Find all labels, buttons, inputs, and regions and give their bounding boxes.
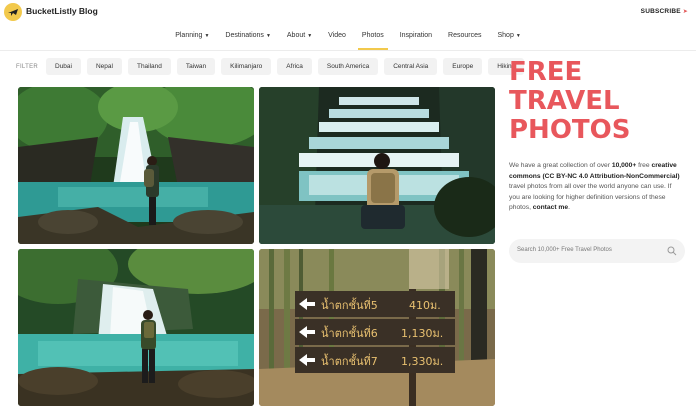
sign-distance-1: 410ม. (409, 299, 441, 312)
nav-item-about[interactable]: About ▼ (279, 26, 320, 50)
nav-item-inspiration[interactable]: Inspiration (392, 26, 440, 50)
nav-item-planning[interactable]: Planning ▼ (167, 26, 217, 50)
nav-item-photos[interactable]: Photos (354, 26, 392, 50)
filter-chip[interactable]: Nepal (86, 58, 122, 75)
hero-title: FREE TRAVEL PHOTOS (509, 57, 631, 145)
sign-line-3: น้ำตกชั้นที่7 (321, 353, 378, 368)
filter-chip[interactable]: Taiwan (176, 58, 216, 75)
filter-chip[interactable]: Africa (277, 58, 312, 75)
nav-item-destinations[interactable]: Destinations ▼ (217, 26, 278, 50)
photo-trail-sign[interactable]: น้ำตกชั้นที่5 410ม. น้ำตกชั้นที่6 1,130ม… (259, 249, 495, 406)
filter-chip[interactable]: Dubai (46, 58, 81, 75)
nav-item-resources[interactable]: Resources (440, 26, 489, 50)
search-icon[interactable] (667, 246, 677, 256)
sign-line-1: น้ำตกชั้นที่5 (321, 297, 378, 312)
contact-link[interactable]: contact me (533, 204, 568, 211)
filter-chip[interactable]: Central Asia (384, 58, 438, 75)
main-nav: Planning ▼ Destinations ▼ About ▼ Video Pho… (0, 26, 696, 50)
filter-chip[interactable]: Thailand (127, 58, 171, 75)
sign-distance-2: 1,130ม. (401, 327, 443, 340)
sign-distance-3: 1,330ม. (401, 355, 443, 368)
arrow-icon: ➤ (682, 9, 688, 15)
nav-item-shop[interactable]: Shop ▼ (489, 26, 528, 50)
filter-chip[interactable]: Kilimanjaro (221, 58, 272, 75)
caret-down-icon: ▼ (204, 33, 210, 39)
hero-description: We have a great collection of over 10,00… (509, 162, 680, 212)
site-title[interactable]: BucketListly Blog (26, 6, 98, 16)
photo-search-bar[interactable]: Search 10,000+ Free Travel Photos (509, 239, 685, 263)
caret-down-icon: ▼ (265, 33, 271, 39)
airplane-icon[interactable] (4, 3, 22, 21)
filter-label: FILTER (16, 64, 39, 70)
filter-chip[interactable]: Europe (443, 58, 483, 75)
subscribe-label: SUBSCRIBE (640, 8, 681, 15)
photo-waterfall-1[interactable] (18, 87, 254, 244)
nav-divider (0, 50, 696, 51)
nav-item-video[interactable]: Video (320, 26, 354, 50)
subscribe-button[interactable]: SUBSCRIBE ➤ (641, 8, 688, 15)
top-bar: BucketListly Blog SUBSCRIBE ➤ (0, 0, 696, 26)
caret-down-icon: ▼ (515, 33, 521, 39)
photo-waterfall-2[interactable] (259, 87, 495, 244)
photo-waterfall-3[interactable] (18, 249, 254, 406)
filter-chips: Dubai Nepal Thailand Taiwan Kilimanjaro … (46, 58, 525, 75)
caret-down-icon: ▼ (307, 33, 313, 39)
sign-line-2: น้ำตกชั้นที่6 (321, 325, 378, 340)
filter-chip[interactable]: South America (317, 58, 379, 75)
search-input[interactable]: Search 10,000+ Free Travel Photos (517, 247, 612, 253)
